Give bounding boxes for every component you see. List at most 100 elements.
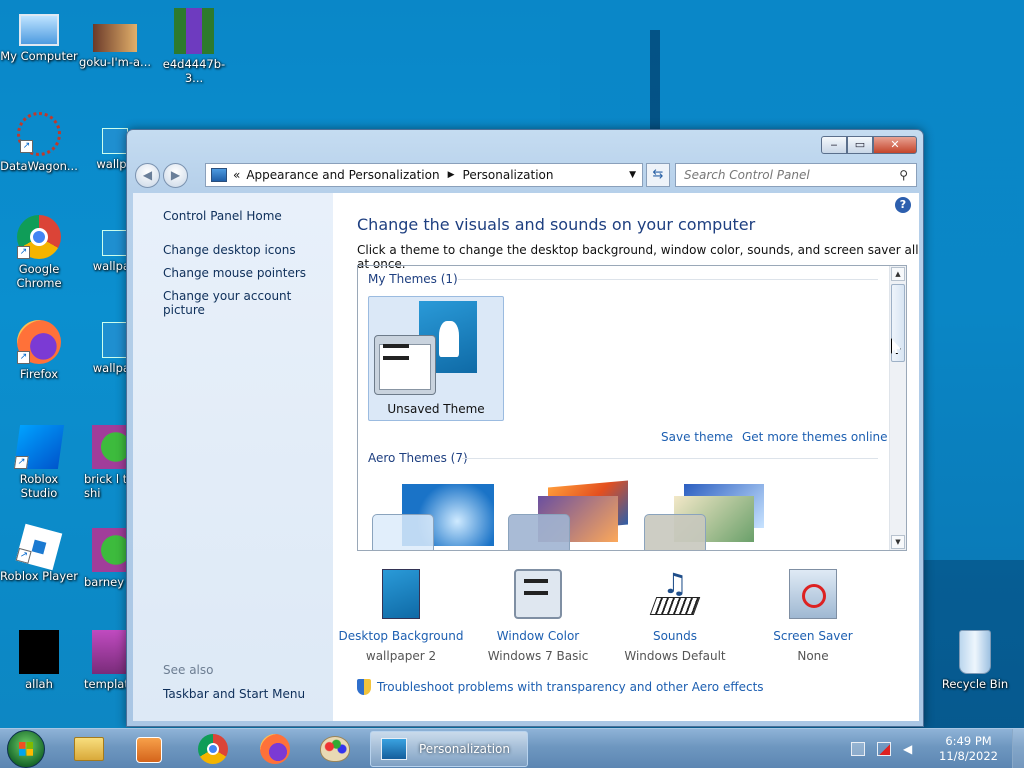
change-desktop-icons-link[interactable]: Change desktop icons: [163, 243, 333, 257]
window-color-icon: [514, 569, 562, 619]
volume-icon[interactable]: ◀: [903, 742, 917, 756]
minimize-button[interactable]: ‒: [821, 136, 847, 154]
search-input[interactable]: Search Control Panel ⚲: [675, 163, 917, 187]
window-preview-bar: [383, 356, 409, 360]
forward-button[interactable]: ▶: [163, 163, 188, 188]
desktop-icon-label: barney: [84, 575, 125, 589]
folder-icon: [74, 737, 104, 761]
window-color-option[interactable]: Window Color Windows 7 Basic: [470, 569, 606, 663]
system-tray: ◀ 6:49 PM 11/8/2022: [851, 729, 1024, 768]
divider: [458, 279, 878, 280]
sounds-option[interactable]: ♫ Sounds Windows Default: [607, 569, 743, 664]
clock-date: 11/8/2022: [939, 749, 998, 763]
close-button[interactable]: ✕: [873, 136, 917, 154]
desktop-background-option[interactable]: Desktop Background wallpaper 2: [333, 569, 469, 663]
desktop-icon-e4d4447b[interactable]: e4d4447b-3...: [155, 8, 233, 85]
breadcrumb-overflow[interactable]: «: [233, 168, 240, 182]
desktop-icon-allah[interactable]: allah: [0, 630, 78, 691]
image-file-icon: [102, 128, 128, 154]
back-button[interactable]: ◀: [135, 163, 160, 188]
screen-saver-value: None: [797, 649, 829, 663]
aero-window-preview: [644, 514, 706, 550]
breadcrumb-personalization[interactable]: Personalization: [463, 168, 554, 182]
shortcut-arrow-icon: [20, 140, 33, 153]
left-pane: Control Panel Home Change desktop icons …: [133, 193, 333, 721]
scroll-up-icon[interactable]: ▲: [891, 267, 905, 281]
desktop-icon-label: brick l t-shi: [84, 472, 132, 500]
maximize-button[interactable]: ▭: [847, 136, 873, 154]
search-icon: ⚲: [899, 168, 908, 182]
keyboard-icon: [649, 597, 701, 615]
firefox-icon: [17, 320, 61, 364]
desktop-icon-google-chrome[interactable]: Google Chrome: [0, 215, 78, 290]
shield-icon: [357, 679, 371, 695]
desktop-icon-datawagon[interactable]: DataWagon...: [0, 112, 78, 173]
change-account-picture-link[interactable]: Change your account picture: [163, 289, 333, 317]
desktop-background-icon: [382, 569, 420, 619]
chrome-icon-center: [207, 743, 219, 755]
get-more-themes-link[interactable]: Get more themes online: [742, 430, 888, 444]
page-title: Change the visuals and sounds on your co…: [357, 215, 756, 234]
scroll-down-icon[interactable]: ▼: [891, 535, 905, 549]
action-center-icon[interactable]: [877, 742, 892, 756]
network-icon[interactable]: [851, 742, 866, 756]
media-player-icon: [136, 737, 162, 763]
theme-label: Unsaved Theme: [387, 402, 485, 416]
desktop-icon-label: Firefox: [19, 367, 59, 381]
clock[interactable]: 6:49 PM 11/8/2022: [939, 734, 998, 764]
desktop-icon-label: Recycle Bin: [941, 677, 1009, 691]
personalization-icon: [381, 738, 407, 760]
taskbar-explorer-button[interactable]: [62, 731, 116, 767]
window-controls: ‒ ▭ ✕: [821, 136, 917, 154]
aero-window-preview: [508, 514, 570, 550]
desktop-icon-label: e4d4447b-3...: [162, 57, 226, 85]
sounds-value: Windows Default: [624, 649, 726, 663]
desktop-icon-label: allah: [25, 677, 53, 691]
themes-scrollbar[interactable]: ▲ ▼: [889, 266, 906, 550]
image-file-icon: [92, 425, 126, 469]
change-mouse-pointers-link[interactable]: Change mouse pointers: [163, 266, 333, 280]
show-desktop-button[interactable]: [1012, 729, 1024, 768]
control-panel-home-link[interactable]: Control Panel Home: [163, 209, 333, 223]
aero-theme-windows7[interactable]: [372, 484, 496, 550]
taskbar-personalization-button[interactable]: Personalization: [370, 731, 528, 767]
desktop-icon-label: goku-I'm-a...: [79, 55, 151, 69]
desktop-icon-roblox-studio[interactable]: Roblox Studio: [0, 425, 78, 500]
desktop-background-value: wallpaper 2: [365, 649, 437, 663]
unsaved-theme-tile[interactable]: Unsaved Theme: [368, 296, 504, 421]
image-file-icon: [93, 24, 137, 52]
breadcrumb-appearance[interactable]: Appearance and Personalization: [246, 168, 439, 182]
desktop-icon-recycle-bin[interactable]: Recycle Bin: [936, 630, 1014, 691]
themes-list[interactable]: My Themes (1) Unsaved Theme Save theme G…: [357, 265, 907, 551]
breadcrumb-separator-icon[interactable]: ▶: [448, 170, 455, 180]
main-pane: ? Change the visuals and sounds on your …: [333, 193, 919, 721]
paint-icon: [320, 736, 350, 762]
window-color-value: Windows 7 Basic: [487, 649, 589, 663]
taskbar-media-player-button[interactable]: [122, 731, 176, 767]
desktop-icon-my-computer[interactable]: My Computer: [0, 8, 78, 63]
address-bar[interactable]: « Appearance and Personalization ▶ Perso…: [205, 163, 643, 187]
image-file-icon: [92, 528, 126, 572]
address-dropdown-icon[interactable]: ▼: [629, 170, 636, 180]
image-file-icon: [19, 630, 59, 674]
save-theme-link[interactable]: Save theme: [661, 430, 733, 444]
personalization-window: ‒ ▭ ✕ ◀ ▶ « Appearance and Personalizati…: [126, 129, 924, 727]
taskbar-paint-button[interactable]: [308, 731, 362, 767]
taskbar-firefox-button[interactable]: [248, 731, 302, 767]
troubleshoot-aero-link[interactable]: Troubleshoot problems with transparency …: [357, 679, 764, 695]
aero-theme-architecture[interactable]: [508, 480, 632, 550]
navigation-bar: ◀ ▶ « Appearance and Personalization ▶ P…: [135, 161, 917, 189]
firefox-icon: [260, 734, 290, 764]
desktop-icon-firefox[interactable]: Firefox: [0, 320, 78, 381]
aero-theme-characters[interactable]: [644, 484, 768, 550]
desktop-icon-roblox-player[interactable]: Roblox Player: [0, 523, 78, 583]
start-button[interactable]: [7, 730, 45, 768]
window-color-icon-bar: [524, 591, 548, 595]
desktop-icon-goku[interactable]: goku-I'm-a...: [76, 8, 154, 69]
taskbar-window-title: Personalization: [419, 742, 510, 756]
screen-saver-option[interactable]: Screen Saver None: [745, 569, 881, 663]
taskbar-chrome-button[interactable]: [186, 731, 240, 767]
taskbar-start-menu-link[interactable]: Taskbar and Start Menu: [163, 687, 305, 701]
help-icon[interactable]: ?: [895, 197, 911, 213]
refresh-button[interactable]: ⇆: [646, 163, 670, 187]
